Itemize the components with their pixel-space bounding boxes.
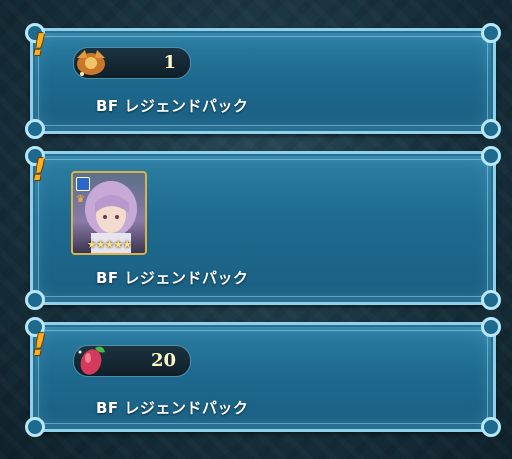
quantity-pill: 1: [73, 47, 191, 79]
corner-ornament: [481, 146, 501, 166]
crown-icon: ♛: [76, 194, 85, 205]
reward-card-3[interactable]: 20 BF レジェンドパック: [25, 317, 501, 437]
reward-card-1[interactable]: 1 BF レジェンドパック: [25, 23, 501, 139]
corner-ornament: [481, 317, 501, 337]
corner-ornament: [481, 290, 501, 310]
weapon-type-icon: [76, 177, 90, 191]
corner-ornament: [481, 119, 501, 139]
corner-ornament: [25, 290, 45, 310]
corner-ornament: [481, 23, 501, 43]
corner-ornament: [25, 417, 45, 437]
quantity-value: 1: [163, 52, 176, 73]
dragon-emblem-icon: [70, 42, 112, 82]
reward-source-label: BF レジェンドパック: [96, 399, 249, 417]
divine-fruit-icon: [70, 340, 112, 380]
rarity-stars: ★★★★★: [86, 238, 132, 251]
corner-ornament: [481, 417, 501, 437]
reward-source-label: BF レジェンドパック: [96, 97, 249, 115]
reward-source-label: BF レジェンドパック: [96, 269, 249, 287]
hero-portrait: ♛ ★★★★★: [71, 171, 147, 255]
corner-ornament: [25, 119, 45, 139]
quantity-pill: 20: [73, 345, 191, 377]
quantity-value: 20: [150, 350, 176, 371]
reward-card-2[interactable]: ♛ ★★★★★ BF レジェンドパック: [25, 146, 501, 310]
